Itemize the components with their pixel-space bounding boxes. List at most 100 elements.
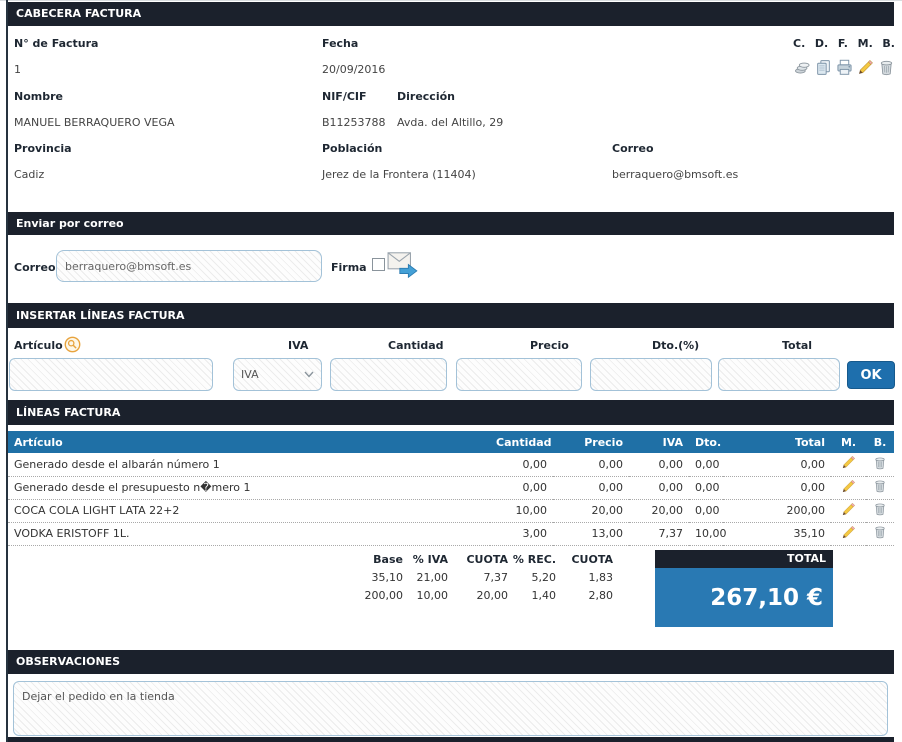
section-header-lineas: LÍNEAS FACTURA bbox=[8, 400, 894, 425]
name-label: Nombre bbox=[14, 90, 63, 103]
col-iva: IVA bbox=[629, 431, 689, 453]
row-edit-icon[interactable] bbox=[831, 499, 866, 522]
cell-cantidad: 0,00 bbox=[490, 476, 553, 499]
chevron-down-icon bbox=[304, 368, 314, 381]
action-letter-f: F. bbox=[838, 37, 848, 50]
cell-dto: 10,00 bbox=[689, 522, 723, 545]
province-value: Cadiz bbox=[14, 168, 44, 181]
insert-col-precio: Precio bbox=[530, 339, 569, 352]
summary-value: 1,83 bbox=[558, 568, 615, 586]
email-value: berraquero@bmsoft.es bbox=[612, 168, 738, 181]
signature-checkbox[interactable] bbox=[372, 258, 385, 271]
action-letter-c: C. bbox=[793, 37, 805, 50]
left-border bbox=[6, 0, 8, 742]
cell-articulo: Generado desde el albarán número 1 bbox=[8, 453, 490, 476]
col-precio: Precio bbox=[553, 431, 629, 453]
cell-dto: 0,00 bbox=[689, 476, 723, 499]
address-value: Avda. del Altillo, 29 bbox=[397, 116, 503, 129]
send-email-input[interactable] bbox=[56, 250, 322, 282]
province-label: Provincia bbox=[14, 142, 72, 155]
observations-textarea[interactable]: Dejar el pedido en la tienda bbox=[13, 681, 888, 736]
insert-iva-select[interactable]: IVA bbox=[233, 358, 322, 391]
insert-total-input[interactable] bbox=[718, 358, 840, 391]
cell-articulo: VODKA ERISTOFF 1L. bbox=[8, 522, 490, 545]
section-header-enviar: Enviar por correo bbox=[8, 212, 894, 235]
lines-header-row: Artículo Cantidad Precio IVA Dto. Total … bbox=[8, 431, 894, 453]
date-value: 20/09/2016 bbox=[322, 63, 385, 76]
insert-col-dto: Dto.(%) bbox=[652, 339, 699, 352]
cell-iva: 0,00 bbox=[629, 476, 689, 499]
insert-col-cantidad: Cantidad bbox=[388, 339, 444, 352]
invoice-number-label: N° de Factura bbox=[14, 37, 98, 50]
date-label: Fecha bbox=[322, 37, 358, 50]
total-box: TOTAL 267,10 € bbox=[655, 550, 833, 627]
summary-value: 20,00 bbox=[450, 586, 510, 604]
summary-value: 21,00 bbox=[405, 568, 450, 586]
summary-header-row: Base % IVA CUOTA % REC. CUOTA bbox=[357, 551, 615, 568]
section-header-cabecera: CABECERA FACTURA bbox=[8, 2, 894, 26]
coins-icon[interactable] bbox=[793, 58, 811, 76]
row-delete-icon[interactable] bbox=[866, 522, 894, 545]
header-action-letters: C. D. F. M. B. bbox=[793, 37, 895, 50]
city-value: Jerez de la Frontera (11404) bbox=[322, 168, 476, 181]
summary-row: 35,10 21,00 7,37 5,20 1,83 bbox=[357, 568, 615, 586]
summary-value: 2,80 bbox=[558, 586, 615, 604]
insert-dto-input[interactable] bbox=[590, 358, 712, 391]
row-delete-icon[interactable] bbox=[866, 499, 894, 522]
cell-precio: 0,00 bbox=[553, 453, 629, 476]
pencil-icon[interactable] bbox=[856, 58, 874, 76]
insert-precio-input[interactable] bbox=[456, 358, 582, 391]
send-mail-icon[interactable] bbox=[387, 250, 419, 278]
summary-value: 200,00 bbox=[357, 586, 405, 604]
col-delete: B. bbox=[866, 431, 894, 453]
summary-value: 10,00 bbox=[405, 586, 450, 604]
cell-precio: 20,00 bbox=[553, 499, 629, 522]
table-row: Generado desde el presupuesto n�mero 1 0… bbox=[8, 476, 894, 499]
top-border bbox=[0, 0, 902, 1]
cell-cantidad: 3,00 bbox=[490, 522, 553, 545]
invoice-page: CABECERA FACTURA N° de Factura Fecha C. … bbox=[0, 0, 902, 742]
action-letter-b: B. bbox=[882, 37, 895, 50]
trash-icon[interactable] bbox=[877, 58, 895, 76]
invoice-number-value: 1 bbox=[14, 63, 21, 76]
article-search-icon[interactable] bbox=[63, 335, 81, 353]
row-delete-icon[interactable] bbox=[866, 476, 894, 499]
send-email-label: Correo bbox=[14, 261, 56, 274]
row-edit-icon[interactable] bbox=[831, 476, 866, 499]
insert-cantidad-input[interactable] bbox=[330, 358, 447, 391]
summary-col-cuota2: CUOTA bbox=[558, 551, 615, 568]
table-row: Generado desde el albarán número 1 0,00 … bbox=[8, 453, 894, 476]
summary-col-base: Base bbox=[357, 551, 405, 568]
insert-article-label: Artículo bbox=[14, 339, 63, 352]
nif-value: B11253788 bbox=[322, 116, 386, 129]
cell-iva: 20,00 bbox=[629, 499, 689, 522]
invoice-lines-table: Artículo Cantidad Precio IVA Dto. Total … bbox=[8, 431, 894, 546]
cell-iva: 7,37 bbox=[629, 522, 689, 545]
row-delete-icon[interactable] bbox=[866, 453, 894, 476]
header-action-icons bbox=[793, 58, 895, 76]
insert-article-input[interactable] bbox=[9, 358, 213, 391]
cell-total: 200,00 bbox=[723, 499, 831, 522]
col-modify: M. bbox=[831, 431, 866, 453]
col-cantidad: Cantidad bbox=[490, 431, 553, 453]
cell-total: 0,00 bbox=[723, 453, 831, 476]
print-icon[interactable] bbox=[835, 58, 853, 76]
cell-total: 0,00 bbox=[723, 476, 831, 499]
col-total: Total bbox=[723, 431, 831, 453]
name-value: MANUEL BERRAQUERO VEGA bbox=[14, 116, 175, 129]
cell-precio: 13,00 bbox=[553, 522, 629, 545]
row-edit-icon[interactable] bbox=[831, 522, 866, 545]
tax-summary: Base % IVA CUOTA % REC. CUOTA 35,10 21,0… bbox=[357, 551, 615, 604]
summary-value: 5,20 bbox=[510, 568, 558, 586]
ok-button[interactable]: OK bbox=[847, 361, 895, 389]
cell-dto: 0,00 bbox=[689, 453, 723, 476]
address-label: Dirección bbox=[397, 90, 455, 103]
cell-total: 35,10 bbox=[723, 522, 831, 545]
row-edit-icon[interactable] bbox=[831, 453, 866, 476]
nif-label: NIF/CIF bbox=[322, 90, 367, 103]
cell-cantidad: 10,00 bbox=[490, 499, 553, 522]
signature-label: Firma bbox=[331, 261, 367, 274]
copy-icon[interactable] bbox=[814, 58, 832, 76]
cell-dto: 0,00 bbox=[689, 499, 723, 522]
summary-value: 35,10 bbox=[357, 568, 405, 586]
